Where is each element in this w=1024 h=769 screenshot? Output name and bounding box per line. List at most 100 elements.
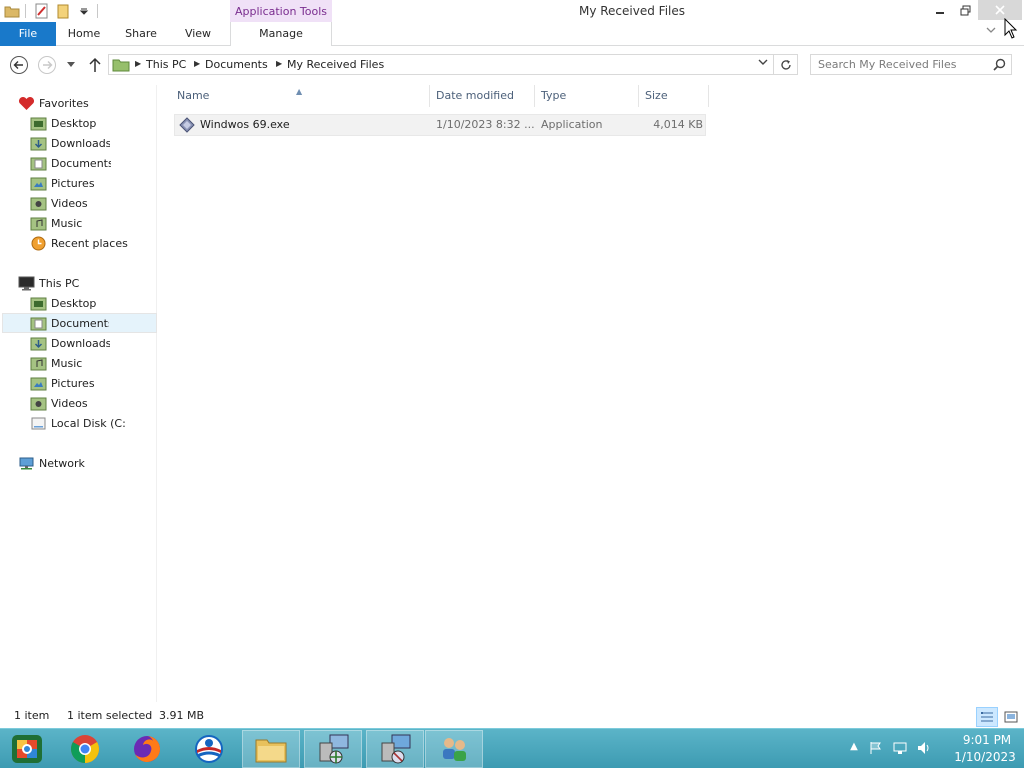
nav-this-pc-downloads[interactable]: Downloads xyxy=(30,333,110,353)
back-button[interactable] xyxy=(9,55,29,75)
show-hidden-icons-icon[interactable]: ▲ xyxy=(847,741,861,755)
file-row[interactable]: Windwos 69.exe 1/10/2023 8:32 ... Applic… xyxy=(174,114,706,136)
nav-this-pc-local-disk[interactable]: Local Disk (C:) xyxy=(30,413,126,433)
nav-favorites-desktop[interactable]: Desktop xyxy=(30,113,96,133)
documents-folder-icon xyxy=(30,316,47,331)
up-button[interactable] xyxy=(85,55,105,75)
chevron-down-icon xyxy=(758,59,768,65)
address-bar[interactable]: ▶ This PC ▶ Documents ▶ My Received File… xyxy=(108,54,774,75)
large-icons-view-icon xyxy=(1004,711,1018,723)
minimize-button[interactable] xyxy=(926,0,954,20)
hard-drive-icon xyxy=(30,416,47,431)
system-tray: ▲ 9:01 PM 1/10/2023 xyxy=(845,729,1024,769)
nav-favorites-videos[interactable]: Videos xyxy=(30,193,88,213)
refresh-button[interactable] xyxy=(774,54,798,75)
refresh-icon xyxy=(780,59,791,70)
nav-this-pc-music[interactable]: Music xyxy=(30,353,83,373)
new-folder-icon[interactable] xyxy=(54,2,72,20)
search-box[interactable] xyxy=(810,54,1012,75)
forward-button[interactable] xyxy=(37,55,57,75)
taskbar-opera[interactable] xyxy=(180,730,238,768)
column-header-date-modified[interactable]: Date modified xyxy=(430,85,535,107)
opera-icon xyxy=(195,735,223,763)
large-icons-view-button[interactable] xyxy=(1000,707,1022,727)
taskbar-firefox[interactable] xyxy=(118,730,176,768)
volume-icon[interactable] xyxy=(917,741,931,755)
ribbon-tabs: File Home Share View Manage xyxy=(0,22,1024,46)
file-list[interactable]: Name ▲ Date modified Type Size Windwos 6… xyxy=(158,85,1024,702)
breadcrumb-separator-icon[interactable]: ▶ xyxy=(135,59,143,69)
network-status-icon[interactable] xyxy=(893,741,907,755)
nav-favorites-music[interactable]: Music xyxy=(30,213,83,233)
start-button[interactable] xyxy=(1,730,53,768)
recent-locations-button[interactable] xyxy=(64,55,78,75)
tab-view[interactable]: View xyxy=(170,22,226,46)
taskbar-users[interactable] xyxy=(425,730,483,768)
music-folder-icon xyxy=(30,216,47,231)
column-header-size[interactable]: Size xyxy=(639,85,709,107)
file-name-cell: Windwos 69.exe xyxy=(179,115,429,135)
favorites-star-icon xyxy=(18,96,35,111)
qat-separator xyxy=(97,4,98,18)
restore-button[interactable] xyxy=(951,0,979,20)
address-history-dropdown[interactable] xyxy=(755,56,771,73)
nav-favorites-documents[interactable]: Documents xyxy=(30,153,111,173)
title-bar: Application Tools My Received Files xyxy=(0,0,1024,22)
pictures-folder-icon xyxy=(30,376,47,391)
breadcrumb-documents[interactable]: Documents xyxy=(205,55,268,74)
quick-access-toolbar xyxy=(0,0,102,22)
clock-date[interactable]: 1/10/2023 xyxy=(945,750,1024,764)
status-selected-count: 1 item selected xyxy=(67,709,153,722)
column-headers: Name ▲ Date modified Type Size xyxy=(174,85,714,107)
tab-manage[interactable]: Manage xyxy=(230,22,332,46)
taskbar-network-computer[interactable] xyxy=(304,730,362,768)
action-center-flag-icon[interactable] xyxy=(869,741,883,755)
nav-favorites[interactable]: Favorites xyxy=(18,93,156,113)
details-view-button[interactable] xyxy=(976,707,998,727)
breadcrumb-separator-icon[interactable]: ▶ xyxy=(276,59,284,69)
close-icon xyxy=(995,5,1005,15)
nav-favorites-downloads[interactable]: Downloads xyxy=(30,133,110,153)
nav-network[interactable]: Network xyxy=(18,453,156,473)
remote-desktop-icon xyxy=(381,734,411,764)
close-button[interactable] xyxy=(978,0,1022,20)
expand-ribbon-icon[interactable] xyxy=(984,26,998,40)
column-header-type[interactable]: Type xyxy=(535,85,639,107)
properties-icon[interactable] xyxy=(33,2,51,20)
nav-favorites-pictures[interactable]: Pictures xyxy=(30,173,100,193)
videos-folder-icon xyxy=(30,396,47,411)
customize-qat-icon[interactable] xyxy=(75,2,93,20)
taskbar: ▲ 9:01 PM 1/10/2023 xyxy=(0,728,1024,768)
nav-this-pc-videos[interactable]: Videos xyxy=(30,393,88,413)
recent-places-icon xyxy=(30,236,47,251)
tab-home[interactable]: Home xyxy=(56,22,112,46)
breadcrumb-separator-icon[interactable]: ▶ xyxy=(194,59,202,69)
column-header-name[interactable]: Name ▲ xyxy=(174,85,430,107)
network-icon xyxy=(18,456,35,471)
forward-arrow-icon xyxy=(38,56,56,74)
tab-file[interactable]: File xyxy=(0,22,56,46)
executable-file-icon xyxy=(179,117,195,133)
navigation-bar: ▶ This PC ▶ Documents ▶ My Received File… xyxy=(0,47,1024,83)
tab-share[interactable]: Share xyxy=(112,22,170,46)
back-arrow-icon xyxy=(10,56,28,74)
nav-this-pc-desktop[interactable]: Desktop xyxy=(30,293,96,313)
nav-this-pc[interactable]: This PC xyxy=(18,273,156,293)
status-bar: 1 item 1 item selected 3.91 MB xyxy=(0,705,1024,728)
chevron-down-icon xyxy=(67,62,75,67)
search-input[interactable] xyxy=(811,55,989,74)
breadcrumb-my-received-files[interactable]: My Received Files xyxy=(287,55,384,74)
nav-this-pc-pictures[interactable]: Pictures xyxy=(30,373,100,393)
folder-icon[interactable] xyxy=(3,2,21,20)
clock-time[interactable]: 9:01 PM xyxy=(955,733,1019,747)
computer-icon xyxy=(18,276,35,291)
taskbar-file-explorer[interactable] xyxy=(242,730,300,768)
users-icon xyxy=(443,738,466,761)
breadcrumb-this-pc[interactable]: This PC xyxy=(146,55,186,74)
taskbar-chrome[interactable] xyxy=(56,730,114,768)
nav-this-pc-documents[interactable]: Documents xyxy=(2,313,157,333)
nav-favorites-recent-places[interactable]: Recent places xyxy=(30,233,156,253)
taskbar-remote-desktop[interactable] xyxy=(366,730,424,768)
search-icon[interactable] xyxy=(993,58,1006,71)
nav-favorites-label: Favorites xyxy=(39,96,89,110)
